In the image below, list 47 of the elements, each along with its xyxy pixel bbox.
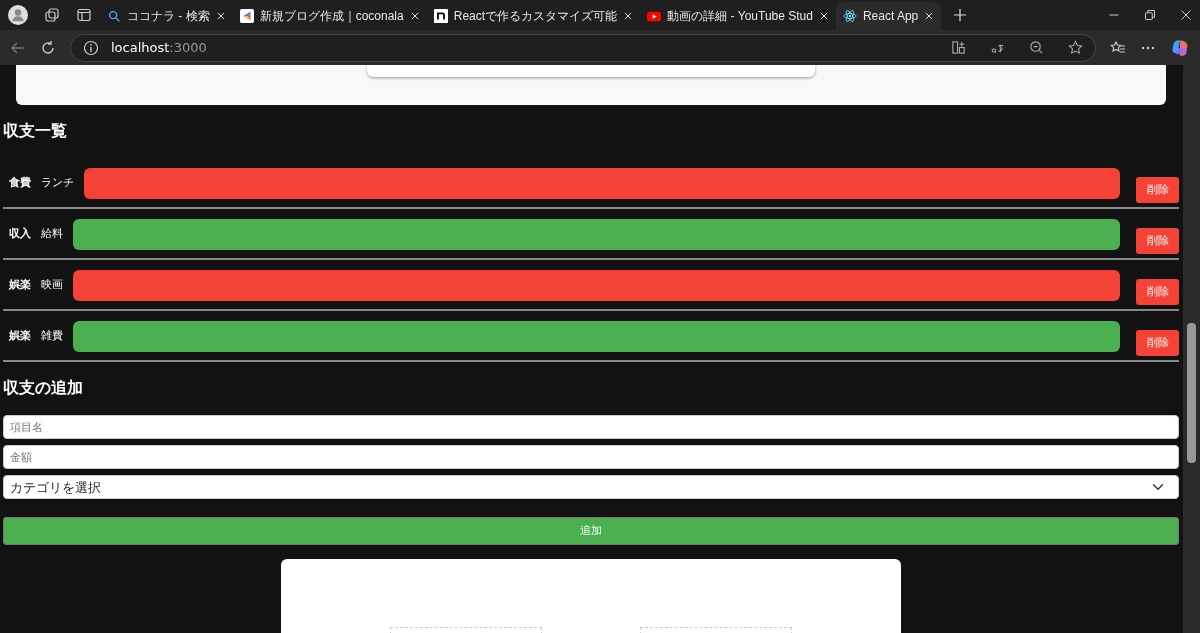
close-icon[interactable]: [924, 11, 935, 21]
section-heading: 収支一覧: [3, 121, 68, 141]
search-icon: [107, 9, 121, 23]
browser-tab[interactable]: React App: [835, 2, 942, 30]
zoom-out-icon[interactable]: [1029, 40, 1044, 55]
letter-n-logo-icon: [433, 9, 448, 23]
address-bar[interactable]: localhost:3000: [70, 33, 1096, 62]
favorites-icon[interactable]: [1110, 39, 1126, 56]
atom-icon: [842, 9, 857, 23]
entry-name: 雑費: [41, 327, 63, 344]
browser-tab[interactable]: 動画の詳細 - YouTube Stud: [640, 2, 836, 30]
entry-name: 給料: [41, 225, 63, 242]
delete-button[interactable]: 削除: [1136, 228, 1179, 255]
browser-tab[interactable]: ココナラ - 検索: [100, 2, 233, 30]
split-screen-icon[interactable]: [951, 40, 966, 55]
colorful-logo-icon: [239, 9, 254, 23]
plus-icon[interactable]: [953, 8, 968, 22]
close-icon[interactable]: [215, 11, 226, 21]
info-icon[interactable]: [83, 39, 99, 56]
profile-icon[interactable]: [8, 5, 28, 25]
input-field[interactable]: 金額: [3, 445, 1179, 470]
close-icon[interactable]: [1180, 9, 1192, 21]
close-icon[interactable]: [818, 11, 829, 21]
category-label: 収入: [9, 225, 31, 242]
delete-button[interactable]: 削除: [1136, 279, 1179, 306]
restore-icon[interactable]: [1144, 9, 1156, 21]
star-icon[interactable]: [1068, 40, 1083, 55]
category-label: 食費: [9, 174, 31, 191]
delete-button[interactable]: 削除: [1136, 330, 1179, 357]
category-label: 娯楽: [9, 276, 31, 293]
play-icon: [647, 9, 662, 23]
sidebar-icon[interactable]: [76, 7, 92, 23]
browser-tab[interactable]: Reactで作るカスタマイズ可能: [426, 2, 641, 30]
delete-button[interactable]: 削除: [1136, 177, 1179, 204]
workspaces-icon[interactable]: [44, 7, 60, 23]
browser-tab[interactable]: 新規ブログ作成｜coconala: [232, 2, 427, 30]
category-label: 娯楽: [9, 327, 31, 344]
close-icon[interactable]: [409, 11, 420, 21]
section-heading: 収支の追加: [3, 378, 84, 398]
category-select[interactable]: カテゴリを選択: [3, 475, 1179, 500]
input-field[interactable]: 項目名: [3, 415, 1179, 440]
url-text: localhost:3000: [111, 38, 207, 57]
close-icon[interactable]: [623, 11, 634, 21]
entry-name: 映画: [41, 276, 63, 293]
entry-name: ランチ: [41, 174, 74, 191]
scrollbar[interactable]: [1183, 65, 1200, 633]
refresh-icon[interactable]: [40, 39, 56, 56]
